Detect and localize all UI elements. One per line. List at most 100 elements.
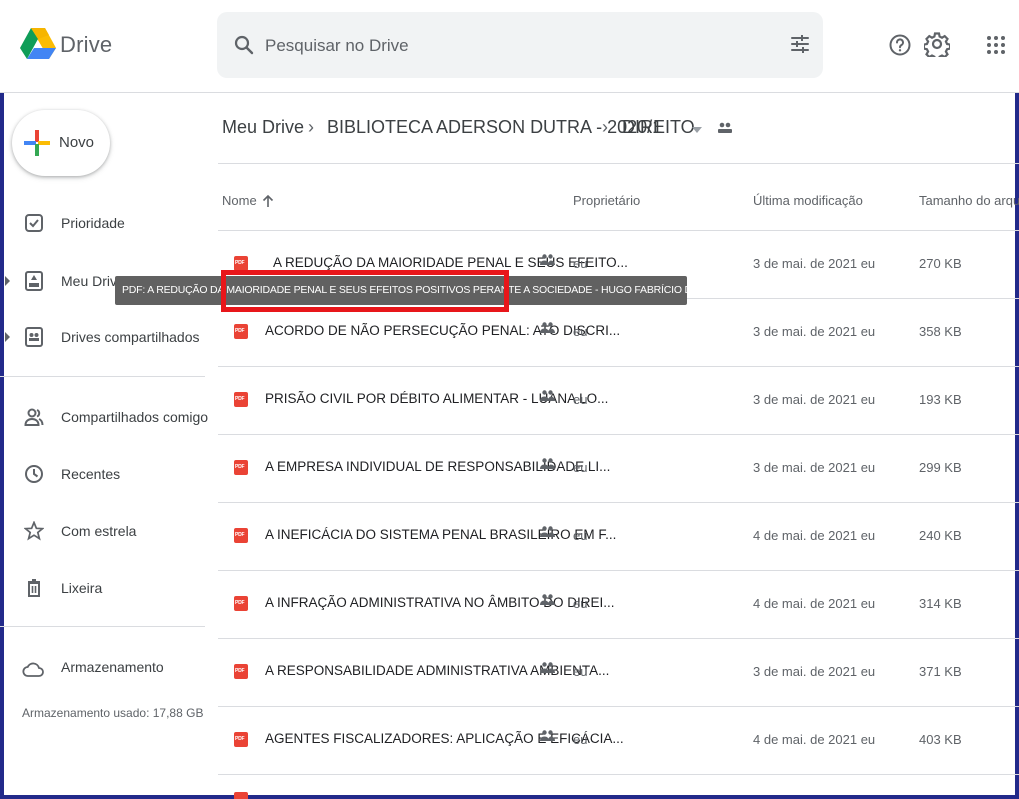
plus-icon xyxy=(24,130,50,156)
file-row[interactable]: PDF A EMPRESA INDIVIDUAL DE RESPONSABILI… xyxy=(218,435,1019,503)
pdf-file-icon: PDF xyxy=(234,596,248,611)
file-size: 299 KB xyxy=(919,460,962,475)
file-owner: eu xyxy=(573,664,588,679)
pdf-file-icon: PDF xyxy=(234,732,248,747)
file-row[interactable]: PDF PRISÃO CIVIL POR DÉBITO ALIMENTAR - … xyxy=(218,367,1019,435)
shared-icon xyxy=(540,594,555,605)
file-modified: 3 de mai. de 2021 eu xyxy=(753,392,876,407)
column-header-name[interactable]: Nome xyxy=(222,193,257,208)
dropdown-arrow-icon[interactable] xyxy=(692,127,702,133)
column-header-last-modified[interactable]: Última modificação xyxy=(753,193,863,208)
column-header-owner[interactable]: Proprietário xyxy=(573,193,640,208)
file-modified: 3 de mai. de 2021 eu xyxy=(753,664,876,679)
file-name: AGENTES FISCALIZADORES: APLICAÇÃO E EFIC… xyxy=(265,731,624,746)
gear-icon[interactable] xyxy=(924,31,950,57)
pdf-file-icon xyxy=(234,792,248,799)
file-size: 371 KB xyxy=(919,664,962,679)
file-size: 358 KB xyxy=(919,324,962,339)
trash-icon xyxy=(28,579,40,597)
sidebar-item-shared-drives[interactable]: Drives compartilhados xyxy=(0,318,205,358)
sidebar-item-label: Recentes xyxy=(61,466,121,482)
column-header-file-size[interactable]: Tamanho do arquivo xyxy=(919,193,1019,208)
top-bar: Drive xyxy=(0,0,1019,93)
shared-folder-icon xyxy=(718,122,732,133)
file-owner: eu xyxy=(573,528,588,543)
file-row[interactable]: PDF A INFRAÇÃO ADMINISTRATIVA NO ÂMBITO … xyxy=(218,571,1019,639)
pdf-file-icon: PDF xyxy=(234,664,248,679)
shared-icon xyxy=(540,254,555,265)
sidebar-item-label: Drives compartilhados xyxy=(61,329,200,345)
file-name: PRISÃO CIVIL POR DÉBITO ALIMENTAR - LUAN… xyxy=(265,391,609,406)
cloud-icon xyxy=(22,662,44,677)
pdf-file-icon: PDF xyxy=(234,392,248,407)
sidebar-item-label: Compartilhados comigo xyxy=(61,409,209,425)
new-button-label: Novo xyxy=(59,134,95,151)
search-bar[interactable] xyxy=(217,12,823,78)
highlight-box xyxy=(221,270,509,312)
file-owner: eu xyxy=(573,732,588,747)
file-name: A EMPRESA INDIVIDUAL DE RESPONSABILIDADE… xyxy=(265,459,611,474)
sidebar-item-recent[interactable]: Recentes xyxy=(0,455,205,495)
search-icon[interactable] xyxy=(233,34,255,56)
shared-icon xyxy=(540,390,555,401)
breadcrumb-separator: › xyxy=(308,117,314,137)
search-options-icon[interactable] xyxy=(788,32,812,56)
file-owner: eu xyxy=(573,256,588,271)
breadcrumb-my-drive[interactable]: Meu Drive xyxy=(222,117,304,138)
file-size: 403 KB xyxy=(919,732,962,747)
file-owner: eu xyxy=(573,324,588,339)
file-modified: 3 de mai. de 2021 eu xyxy=(753,460,876,475)
sidebar-item-trash[interactable]: Lixeira xyxy=(0,569,205,609)
breadcrumb-separator: › xyxy=(602,117,608,137)
row-divider xyxy=(218,774,1019,775)
drive-window: Drive Pesquisar no Drive Novo Prioridade… xyxy=(0,0,1019,799)
file-modified: 3 de mai. de 2021 eu xyxy=(753,324,876,339)
sidebar-item-starred[interactable]: Com estrela xyxy=(0,512,205,552)
sidebar-item-priority[interactable]: Prioridade xyxy=(0,204,205,244)
sidebar-divider xyxy=(0,626,205,627)
shared-drives-icon xyxy=(25,327,43,347)
apps-grid-icon[interactable] xyxy=(985,34,1007,56)
my-drive-icon xyxy=(25,271,43,291)
breadcrumb-current-folder[interactable]: DIREITO xyxy=(622,117,695,138)
shared-icon xyxy=(540,526,555,537)
header-divider xyxy=(218,163,1019,164)
file-name: A INFRAÇÃO ADMINISTRATIVA NO ÂMBITO DO D… xyxy=(265,595,615,610)
help-icon[interactable] xyxy=(888,33,912,57)
shared-with-me-icon xyxy=(24,408,44,426)
pdf-file-icon: PDF xyxy=(234,460,248,475)
file-name: ACORDO DE NÃO PERSECUÇÃO PENAL: ATO DISC… xyxy=(265,323,621,338)
drive-logo-icon[interactable] xyxy=(18,24,58,64)
shared-icon xyxy=(540,662,555,673)
file-name: A RESPONSABILIDADE ADMINISTRATIVA AMBIEN… xyxy=(265,663,610,678)
pdf-file-icon: PDF xyxy=(234,324,248,339)
star-icon xyxy=(24,521,44,541)
expand-arrow-icon[interactable] xyxy=(4,331,12,343)
sort-ascending-icon[interactable] xyxy=(262,194,274,208)
file-size: 270 KB xyxy=(919,256,962,271)
file-row[interactable]: PDF A RESPONSABILIDADE ADMINISTRATIVA AM… xyxy=(218,639,1019,707)
storage-link[interactable]: Armazenamento xyxy=(61,659,164,675)
storage-usage-text: Armazenamento usado: 17,88 GB xyxy=(22,706,204,720)
file-modified: 3 de mai. de 2021 eu xyxy=(753,256,876,271)
new-button[interactable]: Novo xyxy=(12,110,110,176)
shared-icon xyxy=(540,458,555,469)
pdf-file-icon: PDF xyxy=(234,256,248,271)
breadcrumb-library-folder[interactable]: BIBLIOTECA ADERSON DUTRA - 2020/1 xyxy=(327,117,662,138)
file-size: 193 KB xyxy=(919,392,962,407)
app-name[interactable]: Drive xyxy=(60,32,112,58)
file-row[interactable]: PDF AGENTES FISCALIZADORES: APLICAÇÃO E … xyxy=(218,707,1019,775)
file-owner: eu xyxy=(573,596,588,611)
search-input[interactable] xyxy=(263,30,747,62)
file-modified: 4 de mai. de 2021 eu xyxy=(753,596,876,611)
file-owner: eu xyxy=(573,460,588,475)
pdf-file-icon: PDF xyxy=(234,528,248,543)
file-row[interactable]: PDF A INEFICÁCIA DO SISTEMA PENAL BRASIL… xyxy=(218,503,1019,571)
file-name: A INEFICÁCIA DO SISTEMA PENAL BRASILEIRO… xyxy=(265,527,617,542)
sidebar-divider xyxy=(0,376,205,377)
sidebar-item-shared-with-me[interactable]: Compartilhados comigo xyxy=(0,398,209,438)
expand-arrow-icon[interactable] xyxy=(4,275,12,287)
priority-check-icon xyxy=(25,214,43,232)
file-size: 314 KB xyxy=(919,596,962,611)
file-modified: 4 de mai. de 2021 eu xyxy=(753,732,876,747)
